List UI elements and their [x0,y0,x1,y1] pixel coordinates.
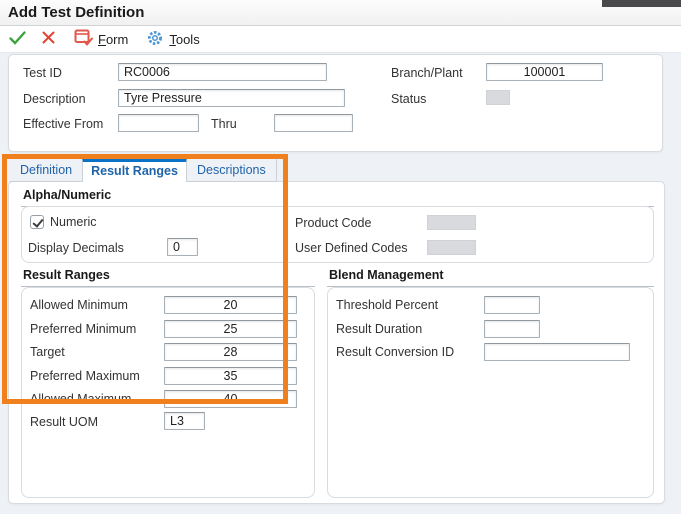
form-menu-label: Form [98,32,128,47]
result-duration-input[interactable] [484,320,540,338]
result-conversion-id-label: Result Conversion ID [336,344,454,360]
result-ranges-groupbox: Allowed Minimum Preferred Minimum Target… [21,287,315,498]
branch-plant-input[interactable] [486,63,603,81]
allowed-maximum-label: Allowed Maximum [30,391,131,407]
description-input[interactable] [118,89,345,107]
preferred-minimum-label: Preferred Minimum [30,321,136,337]
user-defined-codes-label: User Defined Codes [295,240,408,256]
tab-bar: Definition Result Ranges Descriptions [10,158,277,182]
product-code-display [427,215,476,230]
test-id-input[interactable] [118,63,327,81]
toolbar: Form Tools [0,26,681,53]
tab-result-ranges[interactable]: Result Ranges [82,158,187,182]
window-title-bar: Add Test Definition [0,0,681,26]
preferred-maximum-input[interactable] [164,367,297,385]
tab-definition[interactable]: Definition [10,158,82,181]
preferred-maximum-label: Preferred Maximum [30,368,140,384]
numeric-checkbox-label: Numeric [50,214,97,230]
tools-menu-label: Tools [169,32,199,47]
allowed-minimum-input[interactable] [164,296,297,314]
threshold-percent-label: Threshold Percent [336,297,438,313]
display-decimals-label: Display Decimals [28,240,124,256]
cancel-button[interactable] [41,28,56,50]
thru-input[interactable] [274,114,353,132]
result-duration-label: Result Duration [336,321,422,337]
gear-icon [146,29,164,50]
alpha-numeric-section-title: Alpha/Numeric [21,188,654,207]
blend-management-section-title: Blend Management [327,268,654,287]
blend-management-groupbox: Threshold Percent Result Duration Result… [327,287,654,498]
allowed-minimum-label: Allowed Minimum [30,297,128,313]
close-x-icon [41,30,56,48]
product-code-label: Product Code [295,215,371,231]
ok-button[interactable] [8,28,27,50]
numeric-checkbox[interactable] [30,215,44,229]
user-defined-codes-display [427,240,476,255]
header-form-panel: Test ID Branch/Plant Description Status … [8,54,663,152]
branch-plant-label: Branch/Plant [391,65,463,81]
form-exit-icon [74,29,93,50]
test-id-label: Test ID [23,65,62,81]
form-menu-button[interactable]: Form [74,28,128,50]
window-corner-fragment [602,0,681,7]
threshold-percent-input[interactable] [484,296,540,314]
display-decimals-input[interactable] [167,238,198,256]
effective-from-label: Effective From [23,116,103,132]
effective-from-input[interactable] [118,114,199,132]
thru-label: Thru [211,116,237,132]
result-ranges-tab-panel: Alpha/Numeric Numeric Display Decimals P… [8,181,665,504]
target-label: Target [30,344,65,360]
allowed-maximum-input[interactable] [164,390,297,408]
description-label: Description [23,91,86,107]
page-title: Add Test Definition [8,4,144,21]
result-uom-label: Result UOM [30,414,98,430]
checkmark-icon [8,30,27,49]
result-conversion-id-input[interactable] [484,343,630,361]
status-label: Status [391,91,426,107]
target-input[interactable] [164,343,297,361]
alpha-numeric-groupbox: Numeric Display Decimals Product Code Us… [21,206,654,263]
status-display [486,90,510,105]
tab-descriptions[interactable]: Descriptions [187,158,277,181]
tools-menu-button[interactable]: Tools [146,28,199,50]
result-ranges-section-title: Result Ranges [21,268,315,287]
preferred-minimum-input[interactable] [164,320,297,338]
result-uom-input[interactable] [164,412,205,430]
